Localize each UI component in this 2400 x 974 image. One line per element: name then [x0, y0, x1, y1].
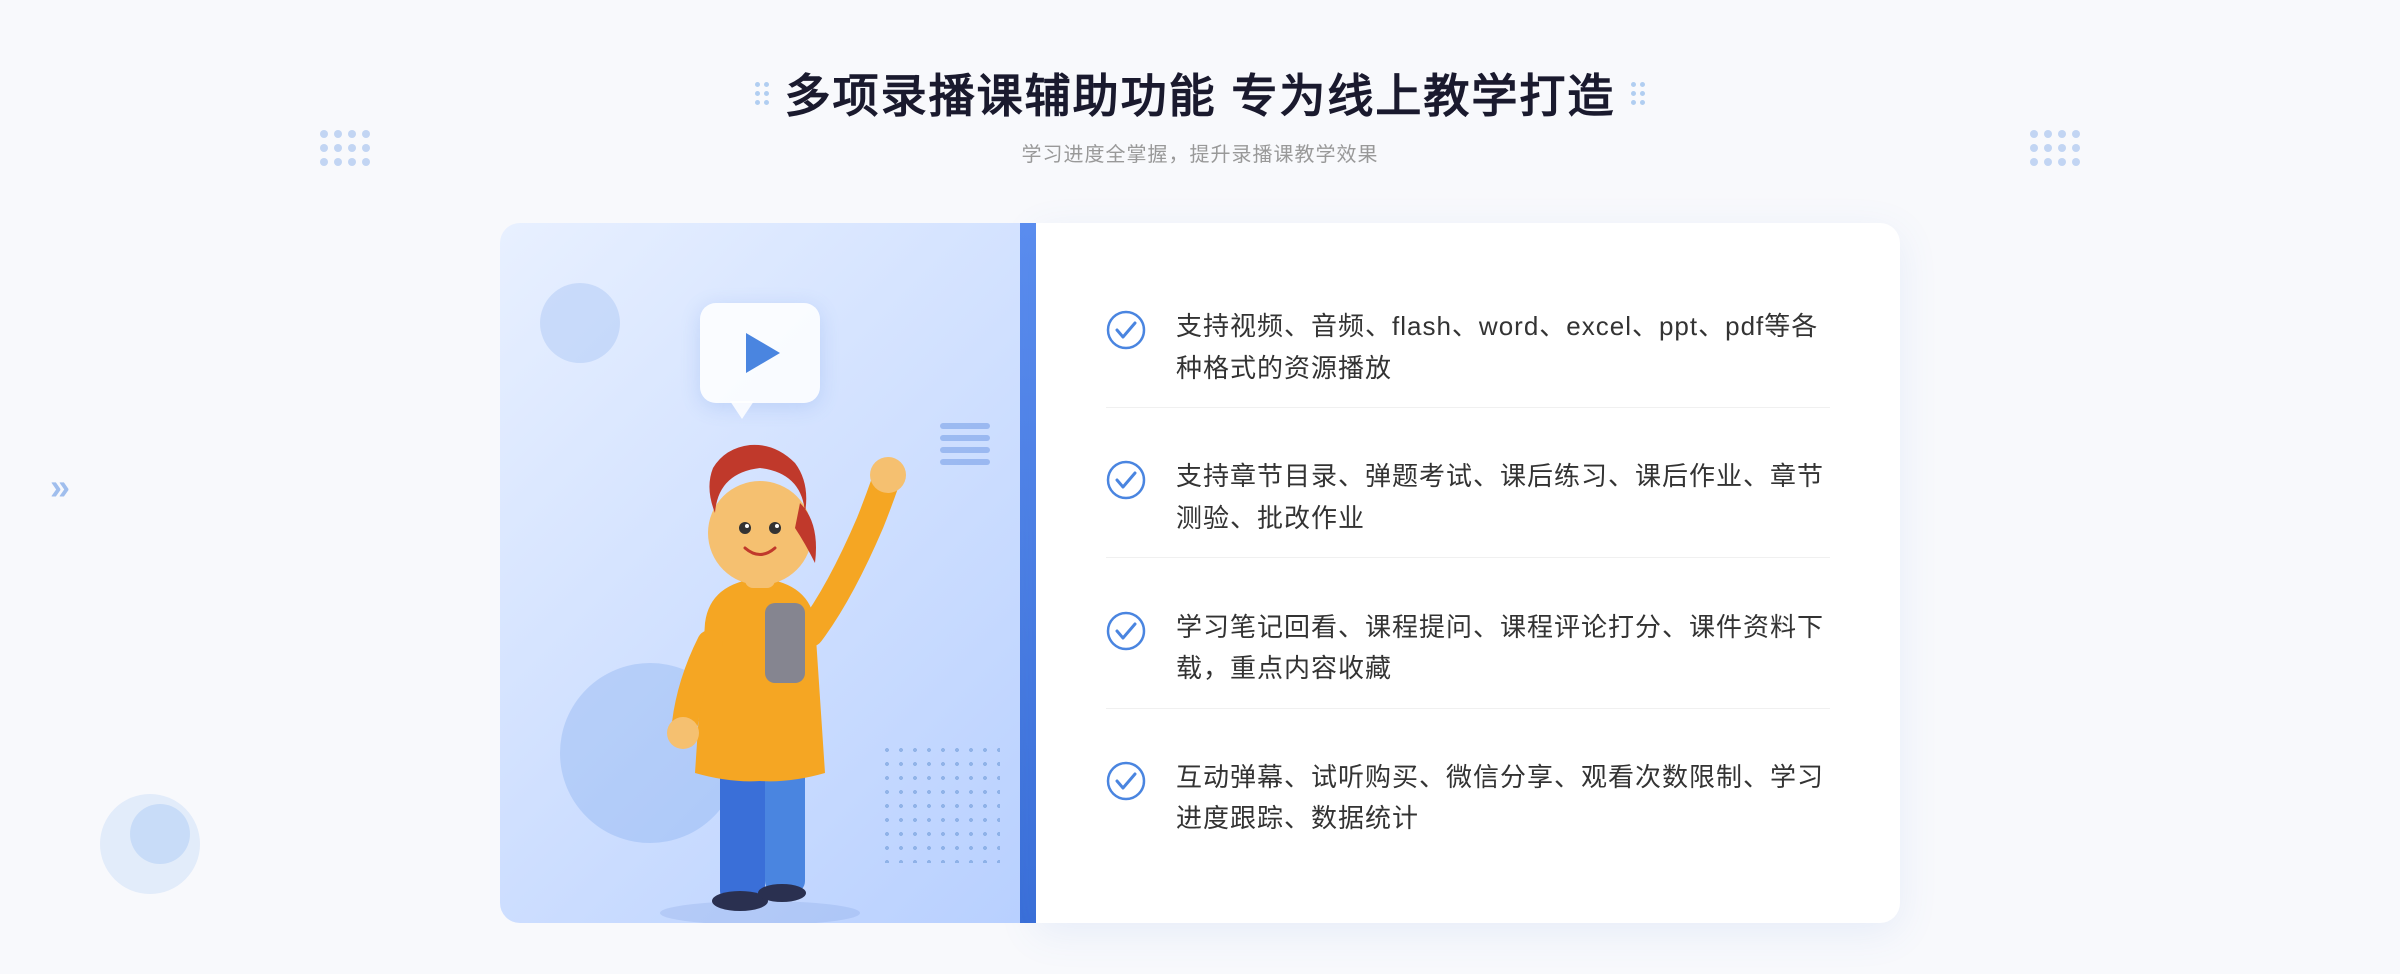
person-illustration: [610, 403, 910, 923]
title-section: 多项录播课辅助功能 专为线上教学打造 学习进度全掌握，提升录播课教学效果: [755, 60, 1646, 167]
illus-lines: [940, 423, 990, 503]
feature-item-4: 互动弹幕、试听购买、微信分享、观看次数限制、学习进度跟踪、数据统计: [1106, 739, 1830, 858]
check-circle-icon-4: [1106, 761, 1146, 801]
top-right-decoration: [2030, 130, 2080, 166]
features-panel: 支持视频、音频、flash、word、excel、ppt、pdf等各种格式的资源…: [1036, 223, 1900, 923]
top-left-decoration: [320, 130, 370, 166]
play-triangle-icon: [746, 333, 780, 373]
feature-item-1: 支持视频、音频、flash、word、excel、ppt、pdf等各种格式的资源…: [1106, 288, 1830, 408]
page-container: 多项录播课辅助功能 专为线上教学打造 学习进度全掌握，提升录播课教学效果 »: [0, 0, 2400, 974]
check-circle-icon-2: [1106, 460, 1146, 500]
content-area: 支持视频、音频、flash、word、excel、ppt、pdf等各种格式的资源…: [500, 223, 1900, 923]
main-title: 多项录播课辅助功能 专为线上教学打造: [785, 60, 1616, 126]
content-wrapper: 支持视频、音频、flash、word、excel、ppt、pdf等各种格式的资源…: [0, 183, 2400, 923]
check-circle-icon-3: [1106, 611, 1146, 651]
left-dots-icon: [755, 82, 769, 105]
feature-item-2: 支持章节目录、弹题考试、课后练习、课后作业、章节测验、批改作业: [1106, 438, 1830, 558]
right-dots-icon: [1631, 82, 1645, 105]
feature-item-3: 学习笔记回看、课程提问、课程评论打分、课件资料下载，重点内容收藏: [1106, 589, 1830, 709]
feature-text-1: 支持视频、音频、flash、word、excel、ppt、pdf等各种格式的资源…: [1176, 306, 1830, 389]
accent-bar: [1020, 223, 1036, 923]
feature-text-4: 互动弹幕、试听购买、微信分享、观看次数限制、学习进度跟踪、数据统计: [1176, 757, 1830, 840]
title-decoration: 多项录播课辅助功能 专为线上教学打造: [755, 60, 1646, 126]
chevron-left-decoration: »: [50, 466, 70, 508]
feature-text-3: 学习笔记回看、课程提问、课程评论打分、课件资料下载，重点内容收藏: [1176, 607, 1830, 690]
illustration-container: [500, 223, 1020, 923]
play-bubble: [700, 303, 820, 403]
illus-circle-small: [540, 283, 620, 363]
subtitle: 学习进度全掌握，提升录播课教学效果: [755, 138, 1646, 167]
feature-text-2: 支持章节目录、弹题考试、课后练习、课后作业、章节测验、批改作业: [1176, 456, 1830, 539]
check-circle-icon-1: [1106, 310, 1146, 350]
deco-circle-bottom-left2: [130, 804, 190, 864]
